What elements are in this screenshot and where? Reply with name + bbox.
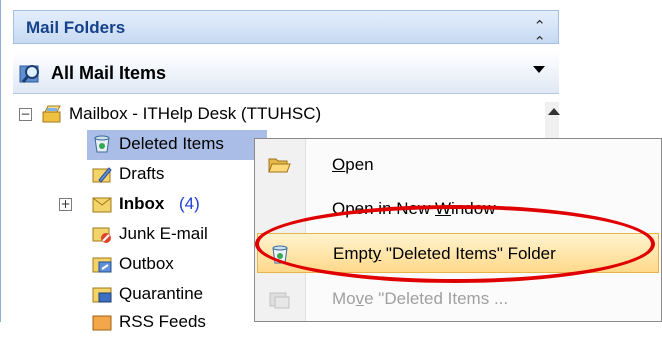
mailbox-label: Mailbox - ITHelp Desk (TTUHSC): [69, 104, 322, 123]
folder-label: Junk E-mail: [119, 224, 208, 243]
folder-label: Deleted Items: [119, 134, 224, 153]
menu-item-label: Open: [332, 155, 374, 174]
pane-title: Mail Folders: [26, 18, 126, 37]
move-folder-icon: [269, 292, 290, 309]
mail-folders-header: Mail Folders ⌃ ⌃: [13, 10, 559, 51]
mailbox-icon: [42, 105, 61, 123]
menu-item-empty-deleted-items[interactable]: Empty "Deleted Items" Folder: [257, 233, 659, 273]
menu-item-label: Open in New Window: [332, 199, 496, 218]
folder-label: Inbox: [119, 194, 165, 213]
rss-feeds-icon: [92, 315, 112, 331]
drafts-icon: [92, 167, 112, 183]
deleted-items-icon: [94, 135, 110, 153]
folder-label: Drafts: [119, 164, 165, 183]
quarantine-folder-icon: [92, 287, 112, 303]
junk-email-icon: [92, 227, 111, 243]
context-menu: Open Open in New Window Empty "Deleted I…: [254, 138, 662, 322]
empty-trash-icon: [272, 245, 288, 264]
open-folder-icon: [268, 158, 291, 173]
tree-item-mailbox[interactable]: − Mailbox - ITHelp Desk (TTUHSC): [13, 100, 545, 130]
expand-toggle-icon[interactable]: +: [59, 198, 72, 211]
outbox-icon: [92, 257, 112, 273]
menu-item-label: Move "Deleted Items ...: [332, 289, 509, 308]
all-mail-items-selector[interactable]: All Mail Items: [13, 52, 559, 94]
scroll-up-icon[interactable]: [548, 108, 560, 115]
folder-label: RSS Feeds: [119, 312, 206, 331]
search-folder-icon: [19, 65, 39, 83]
collapse-chevron-icon[interactable]: ⌃ ⌃: [533, 19, 546, 51]
unread-count: (4): [179, 194, 200, 213]
menu-item-open-new-window[interactable]: Open in New Window: [257, 189, 659, 229]
collapse-toggle-icon[interactable]: −: [19, 108, 32, 121]
folder-label: Quarantine: [119, 284, 204, 303]
dropdown-arrow-icon[interactable]: [533, 66, 545, 73]
menu-item-label: Empty "Deleted Items" Folder: [333, 244, 556, 263]
menu-item-open[interactable]: Open: [257, 145, 659, 185]
folder-label: Outbox: [119, 254, 174, 273]
inbox-icon: [92, 197, 112, 213]
all-mail-items-label: All Mail Items: [51, 63, 167, 83]
menu-item-move-deleted-items: Move "Deleted Items ...: [257, 279, 659, 319]
